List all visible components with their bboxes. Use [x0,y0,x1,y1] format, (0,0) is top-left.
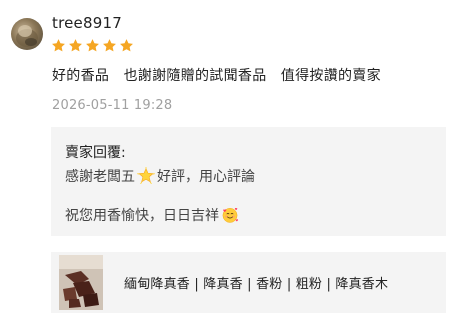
smiling-face-with-hearts-icon [222,207,239,223]
product-card[interactable]: 緬甸降真香 | 降真香 | 香粉 | 粗粉 | 降真香木 [51,252,446,313]
star-icon [120,39,133,52]
review-text: 好的香品 也謝謝隨贈的試聞香品 值得按讚的賣家 [52,68,381,84]
reply-text-part: 好評，用心評論 [157,169,255,185]
seller-reply-line-2: 祝您用香愉快，日日吉祥 [65,205,241,225]
product-thumbnail[interactable] [59,255,103,310]
glowing-star-icon [137,167,155,184]
star-rating [51,38,134,53]
user-avatar[interactable] [11,18,43,50]
review-timestamp: 2026-05-11 19:28 [52,98,173,113]
reply-text-part: 感謝老闆五 [65,169,135,185]
star-icon [69,39,82,52]
star-icon [103,39,116,52]
product-title[interactable]: 緬甸降真香 | 降真香 | 香粉 | 粗粉 | 降真香木 [124,273,432,292]
star-icon [86,39,99,52]
seller-reply-line-1: 感謝老闆五 好評，用心評論 [65,166,255,186]
seller-reply-title: 賣家回覆: [65,145,126,161]
seller-reply-box: 賣家回覆: 感謝老闆五 好評，用心評論 祝您用香愉快，日日吉祥 [51,127,446,236]
username[interactable]: tree8917 [52,14,122,32]
star-icon [52,39,65,52]
reply-text-part: 祝您用香愉快，日日吉祥 [65,208,219,224]
review-card: tree8917 好的香品 也謝謝隨贈的試聞香品 值得按讚的賣家 2026-05… [0,0,460,325]
